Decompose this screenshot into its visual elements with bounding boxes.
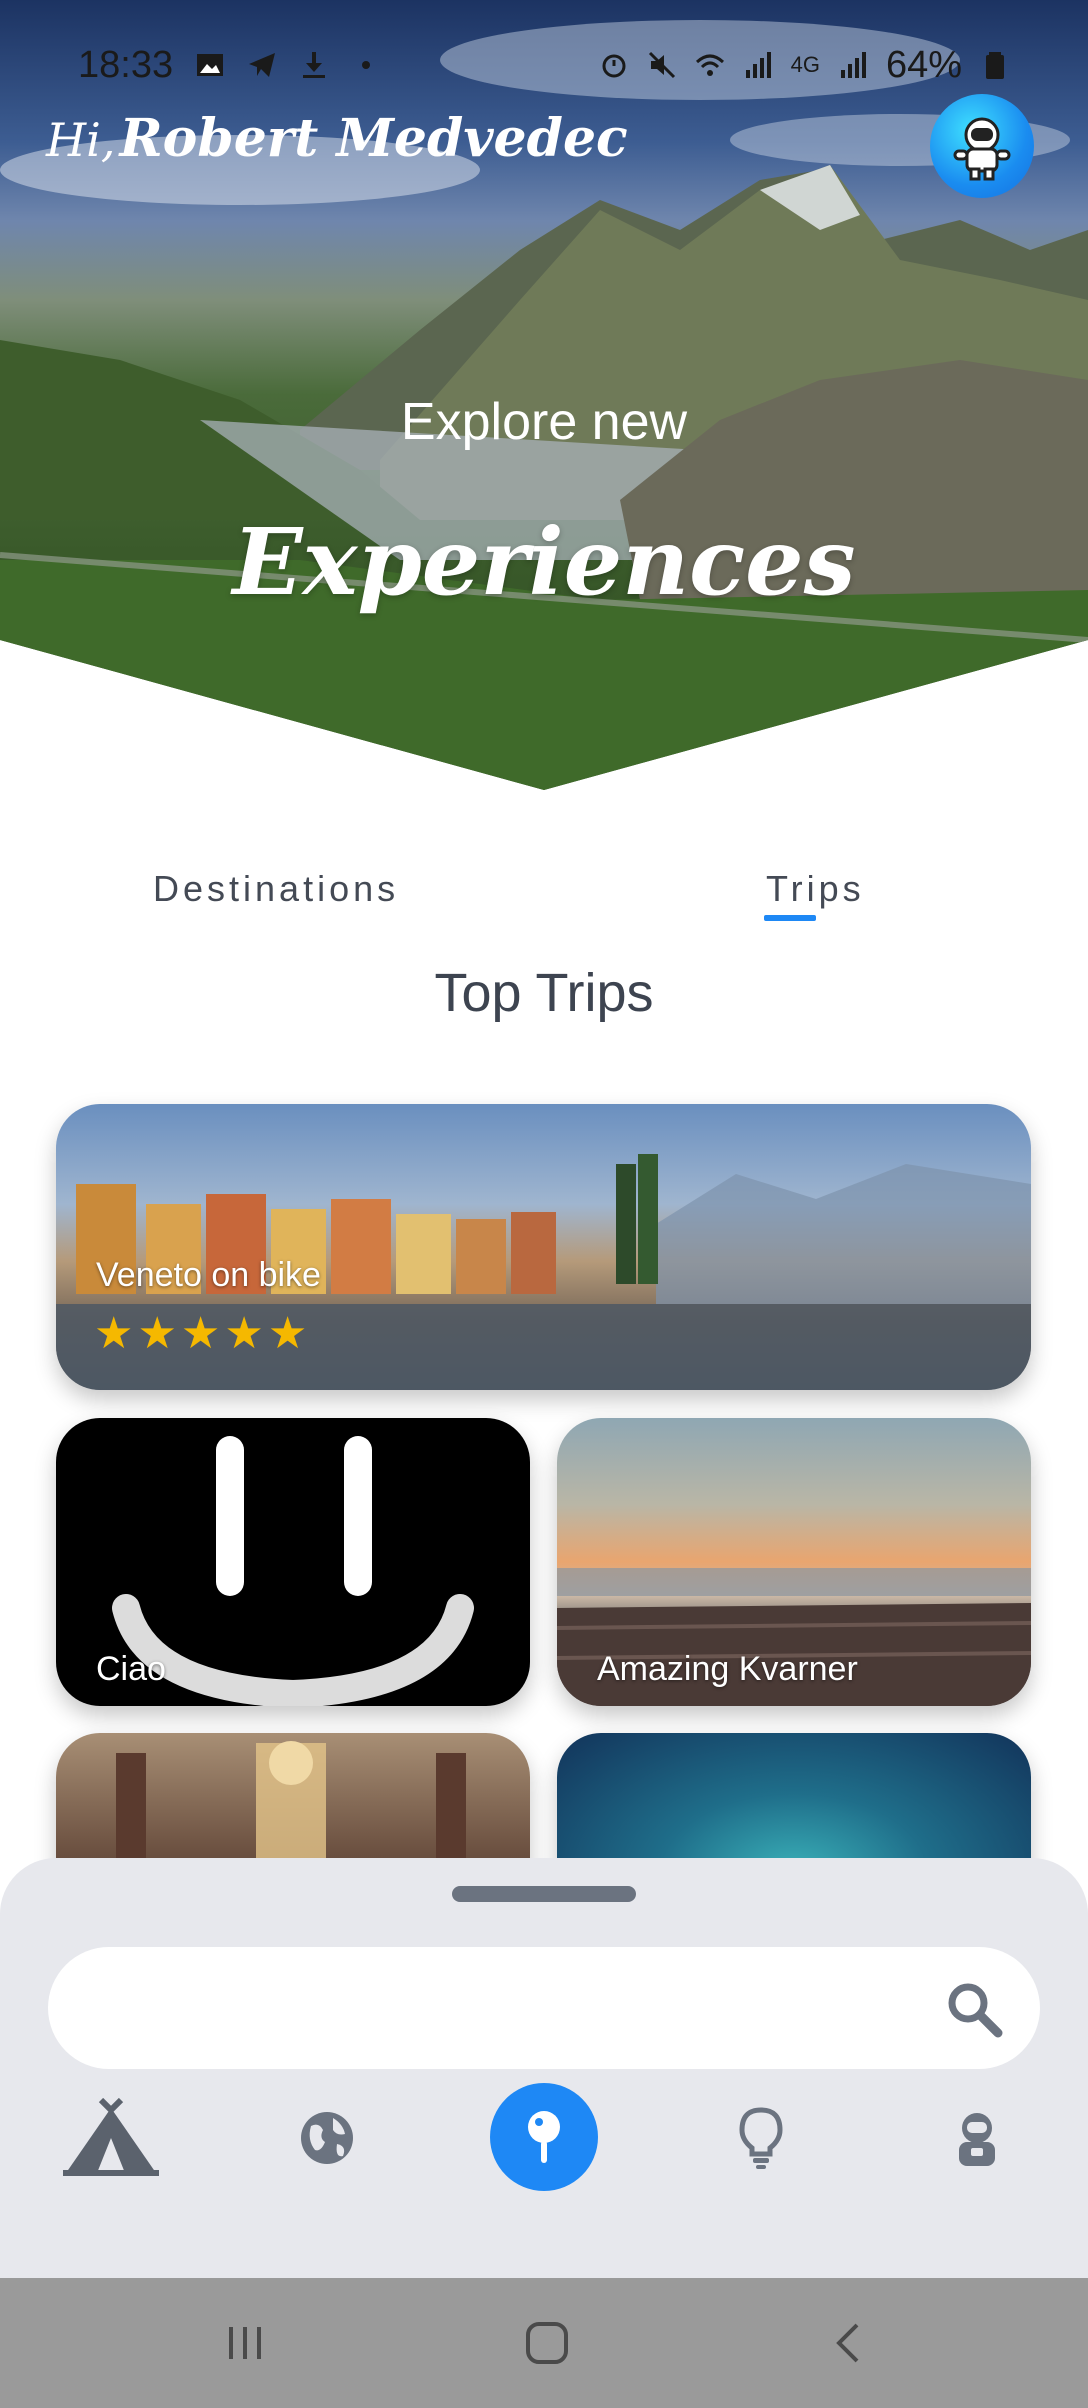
trip-title: Amazing Kvarner xyxy=(597,1650,858,1688)
alarm-icon xyxy=(602,54,626,78)
star-icon: ★ xyxy=(94,1309,134,1358)
trip-title: Veneto on bike xyxy=(96,1256,321,1294)
recent-apps-button[interactable] xyxy=(210,2308,280,2378)
star-icon: ★ xyxy=(224,1309,264,1358)
trip-card-kvarner[interactable]: Amazing Kvarner xyxy=(557,1418,1031,1706)
search-icon[interactable] xyxy=(944,1979,1004,2039)
battery-percent: 64% xyxy=(885,43,962,86)
back-button[interactable] xyxy=(814,2308,884,2378)
status-time: 18:33 xyxy=(78,43,174,86)
search-input[interactable] xyxy=(98,1947,918,2069)
hero-subtitle: Explore new xyxy=(400,393,688,451)
lightbulb-icon xyxy=(739,2107,783,2169)
nav-explore[interactable] xyxy=(272,2083,382,2193)
trip-card-veneto[interactable]: Veneto on bike ★ ★ ★ ★ ★ xyxy=(56,1104,1031,1390)
gallery-icon xyxy=(197,54,224,76)
network-type: 4G xyxy=(790,52,820,77)
signal-icon xyxy=(840,52,866,78)
signal-icon xyxy=(745,52,771,78)
battery-icon xyxy=(986,52,1004,79)
back-icon xyxy=(836,2323,859,2363)
search-bar[interactable] xyxy=(48,1947,1040,2069)
profile-avatar-button[interactable] xyxy=(930,94,1034,198)
user-name: Robert Medvedec xyxy=(119,108,628,169)
nav-trips[interactable] xyxy=(490,2083,598,2191)
telegram-icon xyxy=(249,53,276,77)
greeting-prefix: Hi, xyxy=(46,113,116,167)
tab-destinations[interactable]: Destinations xyxy=(153,868,399,910)
active-tab-indicator xyxy=(764,915,816,921)
star-icon: ★ xyxy=(267,1309,308,1358)
wifi-icon xyxy=(695,54,724,76)
globe-icon xyxy=(301,2112,353,2164)
trip-title: Ciao xyxy=(96,1650,166,1688)
bottom-sheet[interactable] xyxy=(0,1858,1088,2278)
trip-card-ciao[interactable]: Ciao xyxy=(56,1418,530,1706)
dot-icon xyxy=(362,61,371,69)
nav-camping[interactable] xyxy=(56,2083,166,2193)
home-icon xyxy=(526,2322,568,2364)
astronaut-icon xyxy=(959,2113,995,2166)
rating-stars: ★ ★ ★ ★ ★ xyxy=(94,1312,307,1356)
home-button[interactable] xyxy=(512,2308,582,2378)
mute-icon xyxy=(648,51,675,79)
star-icon: ★ xyxy=(180,1309,221,1358)
section-title: Top Trips xyxy=(434,963,654,1023)
nav-ideas[interactable] xyxy=(706,2083,816,2193)
sheet-drag-handle[interactable] xyxy=(452,1886,636,1902)
map-pin-icon xyxy=(528,2111,560,2163)
download-icon xyxy=(303,52,326,78)
greeting: Hi,Robert Medvedec xyxy=(46,108,628,169)
hero-title: Experiences xyxy=(232,508,856,616)
tab-trips[interactable]: Trips xyxy=(766,868,865,910)
star-icon: ★ xyxy=(137,1309,177,1358)
recent-apps-icon xyxy=(229,2327,261,2359)
system-navigation-bar xyxy=(0,2278,1088,2408)
astronaut-icon xyxy=(953,117,1011,181)
tent-icon xyxy=(63,2098,159,2176)
nav-profile[interactable] xyxy=(922,2083,1032,2193)
